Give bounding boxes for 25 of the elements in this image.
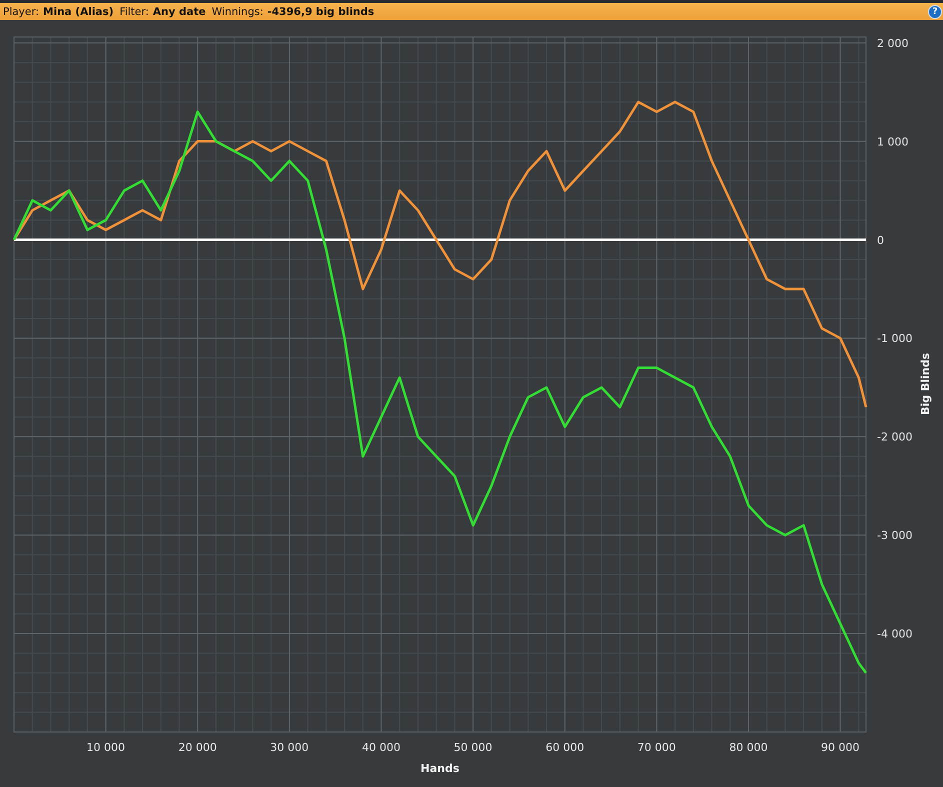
y-tick-label: 2 000 — [877, 36, 908, 50]
x-axis-title: Hands — [420, 762, 460, 775]
x-tick-label: 60 000 — [546, 741, 584, 754]
x-tick-label: 10 000 — [86, 741, 126, 754]
help-button[interactable]: ? — [928, 4, 942, 18]
x-tick-label: 50 000 — [454, 741, 492, 754]
y-tick-label: -2 000 — [877, 430, 912, 444]
field-value: Mina (Alias) — [43, 6, 114, 18]
y-axis-title: Big Blinds — [919, 352, 932, 416]
field-label: Winnings: — [212, 6, 264, 18]
x-tick-label: 80 000 — [729, 741, 768, 754]
field-value: -4396,9 big blinds — [267, 6, 374, 18]
x-tick-label: 40 000 — [362, 741, 400, 754]
x-tick-label: 70 000 — [637, 741, 676, 754]
field-label: Player: — [3, 6, 40, 18]
y-tick-label: -4 000 — [877, 628, 912, 641]
y-tick-label: 1 000 — [877, 135, 908, 148]
y-tick-label: -3 000 — [877, 529, 912, 542]
x-tick-label: 30 000 — [270, 741, 309, 754]
field-value: Any date — [152, 6, 206, 18]
y-tick-label: -1 000 — [877, 332, 912, 346]
x-tick-label: 90 000 — [821, 741, 860, 754]
field-label: Filter: — [120, 6, 149, 18]
x-tick-label: 20 000 — [178, 741, 217, 754]
y-tick-label: 0 — [877, 234, 884, 247]
